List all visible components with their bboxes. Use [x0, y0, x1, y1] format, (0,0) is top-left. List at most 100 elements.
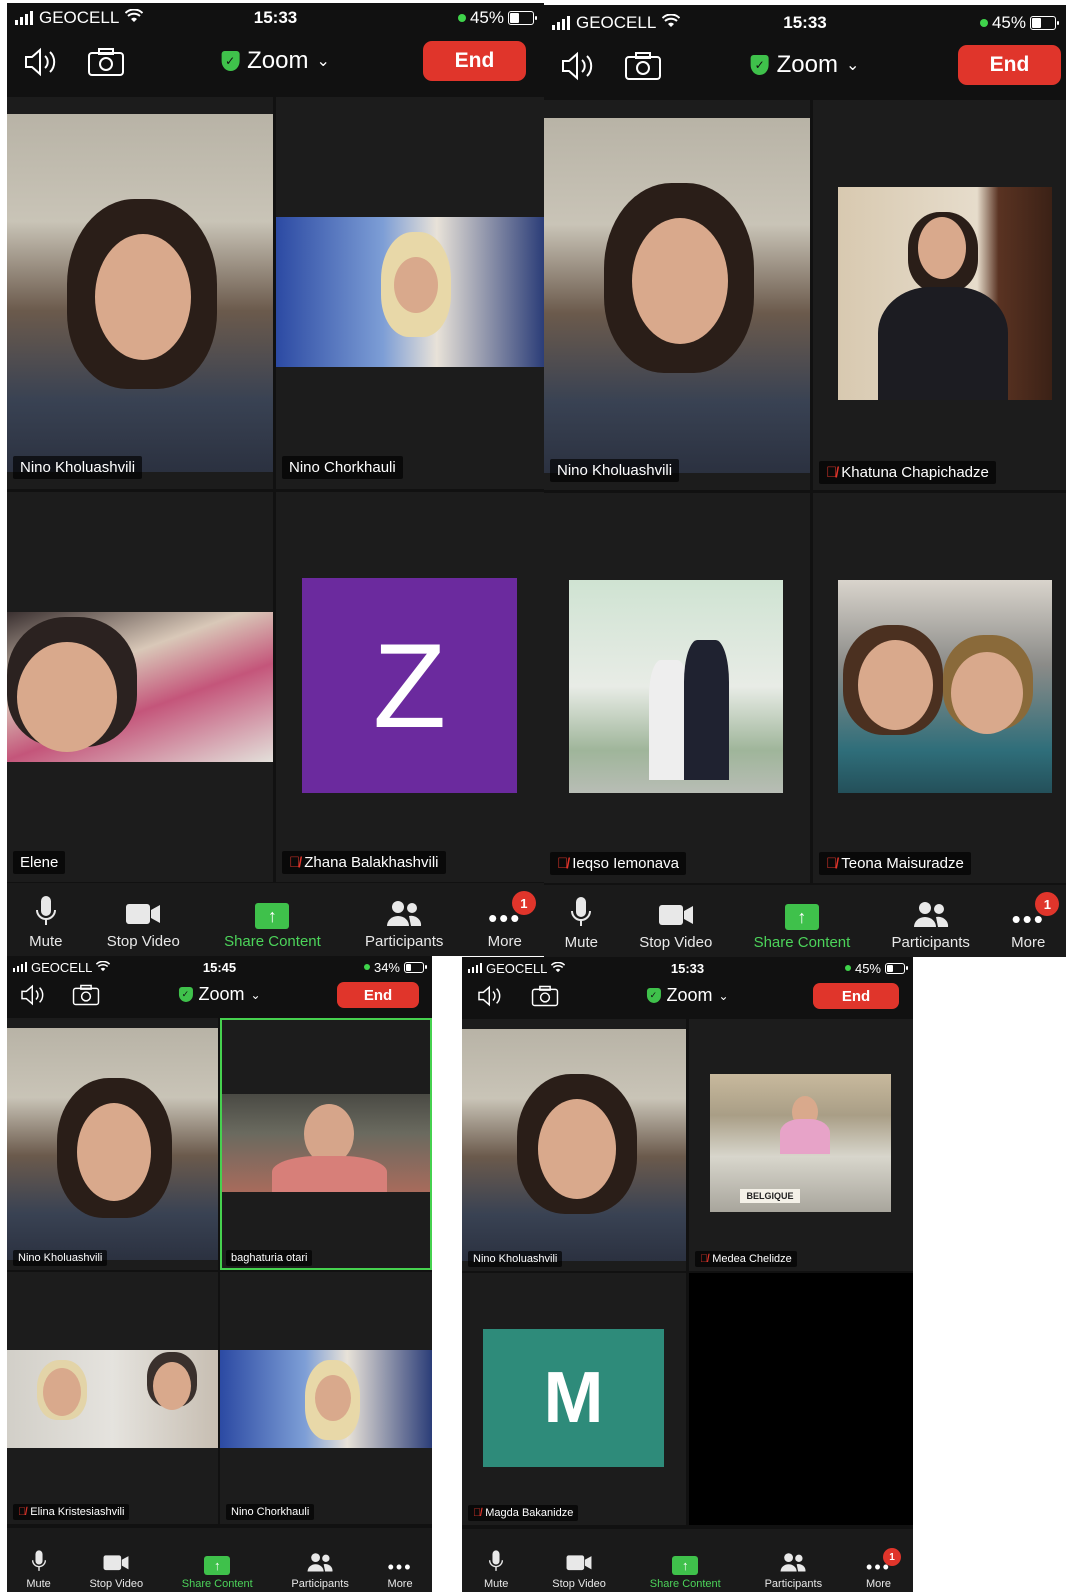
speaker-icon[interactable]: [19, 984, 47, 1006]
encryption-shield-icon: ✓: [646, 988, 661, 1003]
participants-button[interactable]: Participants: [291, 1551, 349, 1590]
more-button[interactable]: ••• 1 More: [866, 1548, 902, 1590]
video-tile[interactable]: 🎙̸ Elina Kristesiashvili: [7, 1272, 218, 1524]
zoom-screen-3: GEOCELL 15:45 34% ✓ Zoom ⌄ End Nino Khol…: [7, 956, 432, 1592]
video-camera-icon: [657, 899, 695, 934]
battery-icon: [508, 11, 537, 25]
switch-camera-icon[interactable]: [87, 47, 125, 77]
participant-avatar: Z: [302, 578, 517, 793]
switch-camera-icon[interactable]: [530, 985, 560, 1007]
participant-name: Nino Chorkhauli: [282, 456, 403, 479]
wifi-icon: [96, 960, 111, 975]
video-tile[interactable]: Nino Kholuashvili: [544, 100, 810, 490]
end-button[interactable]: End: [958, 45, 1061, 85]
participants-button[interactable]: Participants: [765, 1551, 822, 1590]
participants-button[interactable]: Participants: [892, 899, 970, 951]
signal-icon: [15, 11, 33, 25]
participant-name: Nino Kholuashvili: [13, 1250, 108, 1266]
stop-video-button[interactable]: Stop Video: [107, 898, 180, 950]
participant-video: [276, 217, 544, 367]
video-tile[interactable]: Nino Chorkhauli: [276, 97, 544, 489]
video-tile[interactable]: Nino Kholuashvili: [462, 1019, 686, 1271]
zoom-screen-1: GEOCELL 15:33 45% ✓ Zoom ⌄ End Nino Khol…: [7, 3, 544, 956]
stop-video-button[interactable]: Stop Video: [552, 1551, 606, 1590]
video-tile[interactable]: 🎙̸ Khatuna Chapichadze: [813, 100, 1066, 490]
meeting-top-bar: ✓ Zoom ⌄ End: [462, 981, 913, 1011]
video-tile[interactable]: Elene: [7, 492, 273, 882]
participant-video: [838, 187, 1052, 400]
more-button[interactable]: ••• 1 More: [1011, 892, 1060, 951]
mute-button[interactable]: Mute: [565, 895, 598, 951]
participant-avatar: M: [483, 1329, 664, 1467]
participant-name: baghaturia otari: [226, 1250, 313, 1266]
share-content-button[interactable]: ↑ Share Content: [224, 903, 321, 950]
microphone-icon: [35, 894, 57, 933]
clock: 15:33: [670, 960, 705, 976]
video-tile[interactable]: Nino Kholuashvili: [7, 97, 273, 489]
clock: 15:33: [783, 13, 827, 32]
carrier-name: GEOCELL: [576, 13, 657, 32]
meeting-title[interactable]: ✓ Zoom ⌄: [221, 47, 330, 75]
end-button[interactable]: End: [813, 983, 899, 1009]
meeting-title[interactable]: ✓ Zoom ⌄: [750, 51, 859, 79]
end-button[interactable]: End: [337, 982, 419, 1008]
participant-video: [462, 1029, 686, 1261]
stop-video-button[interactable]: Stop Video: [89, 1551, 143, 1590]
meeting-toolbar: Mute Stop Video ↑ Share Content Particip…: [7, 1528, 432, 1592]
chevron-down-icon: ⌄: [316, 53, 330, 70]
mute-button[interactable]: Mute: [26, 1549, 51, 1590]
signal-icon: [552, 16, 570, 30]
mute-button[interactable]: Mute: [484, 1549, 508, 1590]
meeting-title[interactable]: ✓ Zoom ⌄: [646, 985, 729, 1006]
share-content-button[interactable]: ↑ Share Content: [182, 1556, 253, 1590]
muted-mic-icon: 🎙̸: [557, 855, 569, 872]
video-tile[interactable]: 🎙̸ Ieqso Iemonava: [544, 493, 810, 883]
participant-video: [7, 612, 273, 762]
more-button[interactable]: ••• 1 More: [488, 891, 536, 950]
meeting-top-bar: ✓ Zoom ⌄ End: [544, 43, 1066, 93]
charging-dot-icon: [979, 19, 988, 27]
video-tile[interactable]: Nino Chorkhauli: [220, 1272, 432, 1524]
stop-video-button[interactable]: Stop Video: [639, 899, 712, 951]
participant-name: 🎙̸ Teona Maisuradze: [819, 852, 971, 875]
video-tile[interactable]: BELGIQUE 🎙̸ Medea Chelidze: [689, 1019, 913, 1271]
video-camera-icon: [124, 898, 162, 933]
wifi-icon: [662, 13, 681, 33]
switch-camera-icon[interactable]: [71, 984, 101, 1006]
participant-video: [220, 1350, 432, 1448]
zoom-screen-4: GEOCELL 15:33 45% ✓ Zoom ⌄ End Nino Khol…: [462, 957, 913, 1592]
end-button[interactable]: End: [423, 41, 526, 81]
video-tile[interactable]: Nino Kholuashvili: [7, 1018, 218, 1270]
wifi-icon: [125, 8, 144, 28]
clock: 15:45: [202, 959, 237, 975]
video-camera-icon: [102, 1551, 130, 1578]
speaker-icon[interactable]: [23, 47, 59, 77]
participant-name: Elene: [13, 851, 66, 874]
share-arrow-icon: ↑: [672, 1556, 699, 1575]
notification-badge: 1: [883, 1548, 902, 1566]
more-dots-icon: •••: [387, 1557, 413, 1577]
video-tile[interactable]: Z 🎙̸ Zhana Balakhashvili: [276, 492, 544, 882]
video-tile-active-speaker[interactable]: baghaturia otari: [220, 1018, 432, 1270]
share-content-button[interactable]: ↑ Share Content: [754, 904, 850, 951]
muted-mic-icon: 🎙̸: [289, 854, 301, 871]
video-tile[interactable]: 🎙̸ Teona Maisuradze: [813, 493, 1066, 883]
switch-camera-icon[interactable]: [624, 51, 662, 81]
signal-icon: [468, 963, 482, 973]
meeting-title[interactable]: ✓ Zoom ⌄: [178, 984, 261, 1005]
more-button[interactable]: ••• More: [388, 1556, 413, 1590]
participants-button[interactable]: Participants: [365, 898, 443, 950]
encryption-shield-icon: ✓: [221, 51, 240, 71]
video-tile[interactable]: M 🎙̸ Magda Bakanidze: [462, 1273, 686, 1525]
participant-video: [569, 580, 783, 793]
speaker-icon[interactable]: [476, 985, 504, 1007]
share-content-button[interactable]: ↑ Share Content: [650, 1556, 721, 1590]
participant-video: [544, 118, 810, 473]
speaker-icon[interactable]: [560, 51, 596, 81]
participant-name: 🎙̸ Elina Kristesiashvili: [13, 1504, 130, 1520]
mute-button[interactable]: Mute: [29, 894, 62, 950]
participant-name: 🎙̸ Khatuna Chapichadze: [819, 461, 996, 484]
status-bar: GEOCELL 15:33 45%: [7, 3, 544, 33]
participant-name: Nino Kholuashvili: [13, 456, 143, 479]
muted-mic-icon: 🎙̸: [826, 464, 838, 481]
